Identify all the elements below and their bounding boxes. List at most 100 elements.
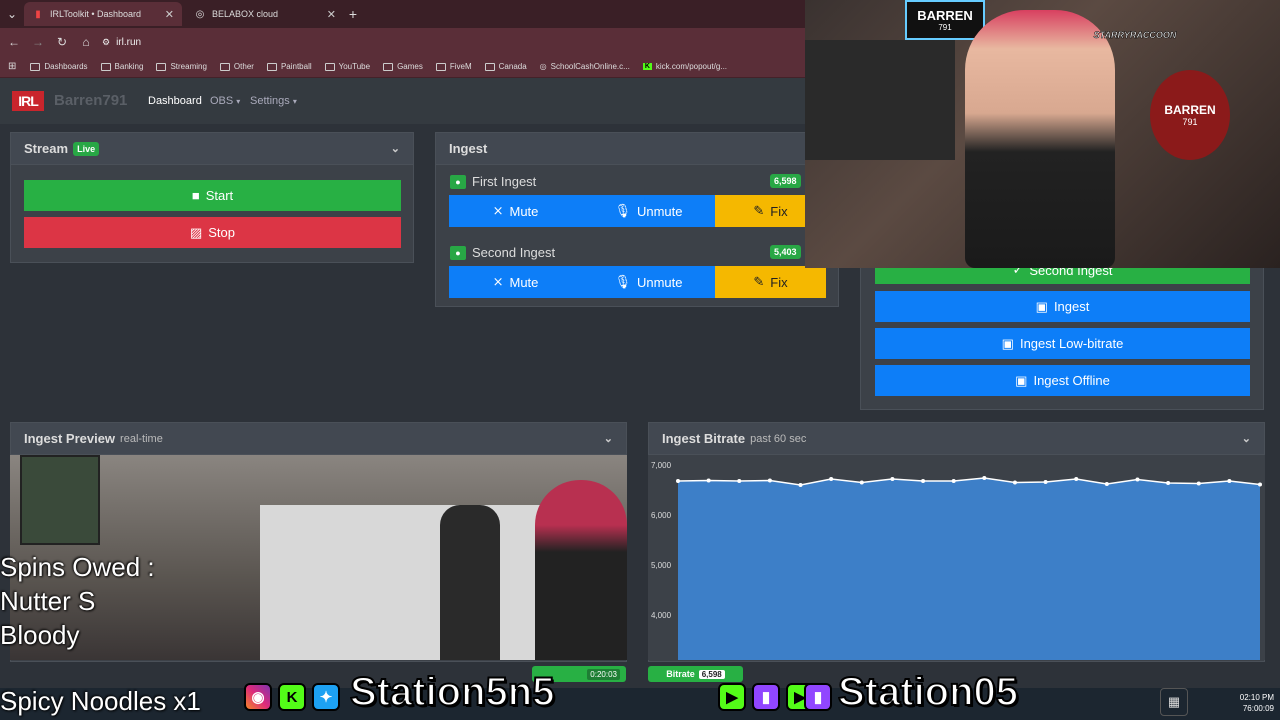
second-ingest-fix-button[interactable]: ✎ Fix <box>715 266 826 298</box>
tab-list-icon[interactable]: ⌄ <box>4 6 20 22</box>
globe-icon: ◎ <box>539 62 547 71</box>
back-icon[interactable]: ← <box>6 34 22 50</box>
irl-logo[interactable]: IRL <box>12 91 44 111</box>
preview-card-header[interactable]: Ingest Preview real-time ⌄ <box>11 423 626 455</box>
bookmark-streaming[interactable]: Streaming <box>156 62 207 71</box>
fix-label: Fix <box>770 203 788 219</box>
reload-icon[interactable]: ↻ <box>54 34 70 50</box>
tab-belabox[interactable]: ◎ BELABOX cloud ✕ <box>186 2 344 26</box>
first-ingest-mute-button[interactable]: ⨯ Mute <box>449 195 582 227</box>
bitrate-subtitle: past 60 sec <box>750 432 807 445</box>
overlay-line-3: Bloody <box>0 620 80 650</box>
bookmark-youtube[interactable]: YouTube <box>324 62 370 71</box>
start-button[interactable]: ■ Start <box>24 180 401 211</box>
folder-icon <box>383 62 394 71</box>
unmute-label: Unmute <box>636 203 683 219</box>
nav-settings[interactable]: Settings ▾ <box>250 95 297 107</box>
webcam-feed: BARREN 791 STARRYRACCOON BARREN 791 <box>805 0 1280 268</box>
caret-down-icon: ▾ <box>236 97 241 106</box>
robot-icon: ▣ <box>1015 372 1028 388</box>
bitrate-card-header[interactable]: Ingest Bitrate past 60 sec ⌄ <box>649 423 1264 455</box>
bitrate-point <box>829 477 834 481</box>
bookmark-games[interactable]: Games <box>383 62 423 71</box>
home-icon[interactable]: ⌂ <box>78 34 94 50</box>
bookmark-schoolcash[interactable]: ◎ SchoolCashOnline.c... <box>540 62 630 71</box>
bitrate-point <box>1074 477 1079 481</box>
bitrate-pill: Bitrate 6,598 <box>648 666 743 682</box>
chevron-down-icon[interactable]: ⌄ <box>1242 432 1251 445</box>
barren-logo-sticker: BARREN 791 <box>1150 70 1230 160</box>
sticker-text: STARRYRACCOON <box>1093 30 1177 41</box>
tab-irltoolkit[interactable]: ▮ IRLToolkit • Dashboard ✕ <box>24 2 182 26</box>
new-tab-icon[interactable]: + <box>345 6 361 22</box>
apps-icon[interactable]: ⊞ <box>8 61 16 72</box>
globe-icon: ◎ <box>195 8 205 20</box>
ingest-title: Ingest <box>449 141 488 156</box>
nav-obs[interactable]: OBS ▾ <box>210 95 240 107</box>
bookmark-other[interactable]: Other <box>219 62 254 71</box>
microphone-icon: 🎙 <box>614 274 631 289</box>
bitrate-point <box>798 483 803 487</box>
tab-title: BELABOX cloud <box>212 9 279 19</box>
mute-label: Mute <box>509 203 539 219</box>
second-ingest-mute-button[interactable]: ⨯ Mute <box>449 266 582 298</box>
scene-label: Ingest Offline <box>1033 373 1110 388</box>
microphone-boom <box>805 40 955 160</box>
bitrate-area <box>678 478 1260 660</box>
chevron-down-icon[interactable]: ⌄ <box>604 432 613 445</box>
bookmark-label: FiveM <box>449 62 472 71</box>
brand-name[interactable]: Barren791 <box>54 92 127 109</box>
kick-icon: K <box>278 683 306 711</box>
unmute-label: Unmute <box>636 274 683 290</box>
bookmark-canada[interactable]: Canada <box>484 62 527 71</box>
close-icon[interactable]: ✕ <box>165 8 174 21</box>
folder-icon <box>156 62 167 71</box>
stop-button[interactable]: ▨ Stop <box>24 217 401 248</box>
ingest-card-header: Ingest <box>436 133 838 165</box>
twitch-icon: ▮ <box>804 683 832 711</box>
bookmark-paintball[interactable]: Paintball <box>266 62 312 71</box>
kick-icon: K <box>642 63 652 70</box>
stream-title: Stream <box>24 141 69 156</box>
folder-icon <box>219 62 230 71</box>
bookmark-dashboards[interactable]: Dashboards <box>30 62 88 71</box>
task-view-icon[interactable]: ▦ <box>1160 688 1188 716</box>
live-badge: Live <box>73 141 100 156</box>
bookmark-fivem[interactable]: FiveM <box>435 62 472 71</box>
bookmark-label: Banking <box>114 62 144 71</box>
scene-ingest-button[interactable]: ▣ Ingest <box>875 291 1250 322</box>
overlay-spicy-noodles: Spicy Noodles x1 <box>0 686 201 716</box>
scene-label: Ingest <box>1053 299 1090 314</box>
scene-low-bitrate-button[interactable]: ▣ Ingest Low-bitrate <box>875 328 1250 359</box>
bookmark-banking[interactable]: Banking <box>100 62 144 71</box>
video-camera-icon: ■ <box>191 188 200 203</box>
first-ingest-bitrate-badge: 6,598 <box>770 174 801 188</box>
close-icon[interactable]: ✕ <box>327 8 336 21</box>
nav-settings-label: Settings <box>250 95 290 107</box>
scene-offline-button[interactable]: ▣ Ingest Offline <box>875 365 1250 396</box>
second-ingest-unmute-button[interactable]: 🎙 Unmute <box>582 266 715 298</box>
tab-title: IRLToolkit • Dashboard <box>50 9 142 19</box>
scene-label: Ingest Low-bitrate <box>1019 336 1124 351</box>
stream-card-header[interactable]: Stream Live ⌄ <box>11 133 413 165</box>
wrench-icon: ✎ <box>753 274 765 289</box>
chevron-down-icon[interactable]: ⌄ <box>391 142 400 155</box>
site-info-icon[interactable]: ⚙ <box>102 37 110 48</box>
bookmark-kick[interactable]: Kkick.com/popout/g... <box>642 62 727 71</box>
first-ingest-unmute-button[interactable]: 🎙 Unmute <box>582 195 715 227</box>
forward-icon[interactable]: → <box>30 34 46 50</box>
bitrate-point <box>1043 480 1048 484</box>
neon-sign-sub: 791 <box>938 23 952 32</box>
bitrate-point <box>767 478 772 483</box>
nav-dashboard[interactable]: Dashboard <box>148 95 202 107</box>
twitter-icon: ✦ <box>312 683 340 711</box>
bitrate-pill-label: Bitrate <box>666 669 695 679</box>
y-tick-label: 6,000 <box>651 511 672 520</box>
ingest-name: First Ingest <box>472 174 537 189</box>
browser-tab-bar: ⌄ ▮ IRLToolkit • Dashboard ✕ ◎ BELABOX c… <box>0 0 805 28</box>
bookmark-label: Streaming <box>170 62 207 71</box>
system-clock[interactable]: 02:10 PM 76:00:09 <box>1228 692 1274 714</box>
clock-time: 02:10 PM <box>1239 693 1274 702</box>
url-field[interactable]: ⚙ irl.run <box>102 33 802 51</box>
mute-label: Mute <box>509 274 539 290</box>
